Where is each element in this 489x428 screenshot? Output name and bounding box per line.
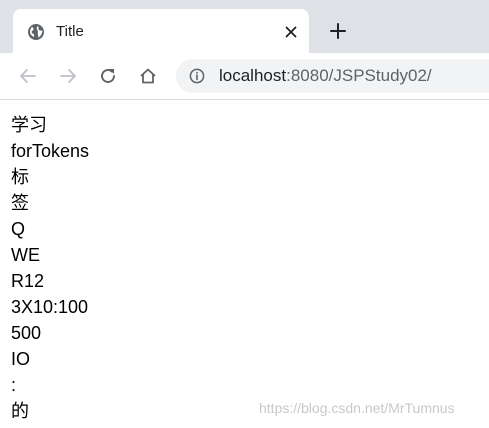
url-host: localhost [219, 66, 287, 85]
close-icon[interactable] [281, 22, 301, 42]
output-line: 的 [11, 401, 29, 421]
browser-window: Title localhost:8080/JSPStudy02/ 学习 forT… [0, 0, 489, 428]
output-line: 学习 [11, 115, 47, 135]
output-lines: 学习 forTokens 标 签 Q WE R12 3X10:100 500 I… [11, 112, 89, 424]
back-arrow-icon[interactable] [17, 65, 39, 87]
page-content: 学习 forTokens 标 签 Q WE R12 3X10:100 500 I… [0, 100, 489, 428]
plus-icon[interactable] [327, 20, 349, 42]
output-line: 3X10:100 [11, 297, 89, 317]
output-line: 500 [11, 323, 42, 343]
url-path: :8080/JSPStudy02/ [286, 66, 432, 85]
reload-icon[interactable] [97, 65, 119, 87]
output-line: 标 [11, 167, 29, 187]
watermark: https://blog.csdn.net/MrTumnus [259, 400, 455, 416]
tab-strip: Title [0, 0, 489, 53]
forward-arrow-icon[interactable] [57, 65, 79, 87]
info-icon[interactable] [189, 68, 205, 84]
output-line: IO [11, 349, 31, 369]
globe-icon [27, 23, 45, 41]
browser-toolbar: localhost:8080/JSPStudy02/ [0, 53, 489, 100]
output-line: R12 [11, 271, 45, 291]
output-line: forTokens [11, 141, 90, 161]
output-line: Q [11, 219, 26, 239]
output-line: : [11, 375, 17, 395]
output-line: WE [11, 245, 40, 265]
output-line: 签 [11, 193, 29, 213]
browser-tab[interactable]: Title [13, 9, 309, 53]
url-text[interactable]: localhost:8080/JSPStudy02/ [219, 66, 432, 86]
address-bar[interactable]: localhost:8080/JSPStudy02/ [176, 59, 489, 93]
tab-title: Title [56, 23, 84, 40]
home-icon[interactable] [137, 65, 159, 87]
